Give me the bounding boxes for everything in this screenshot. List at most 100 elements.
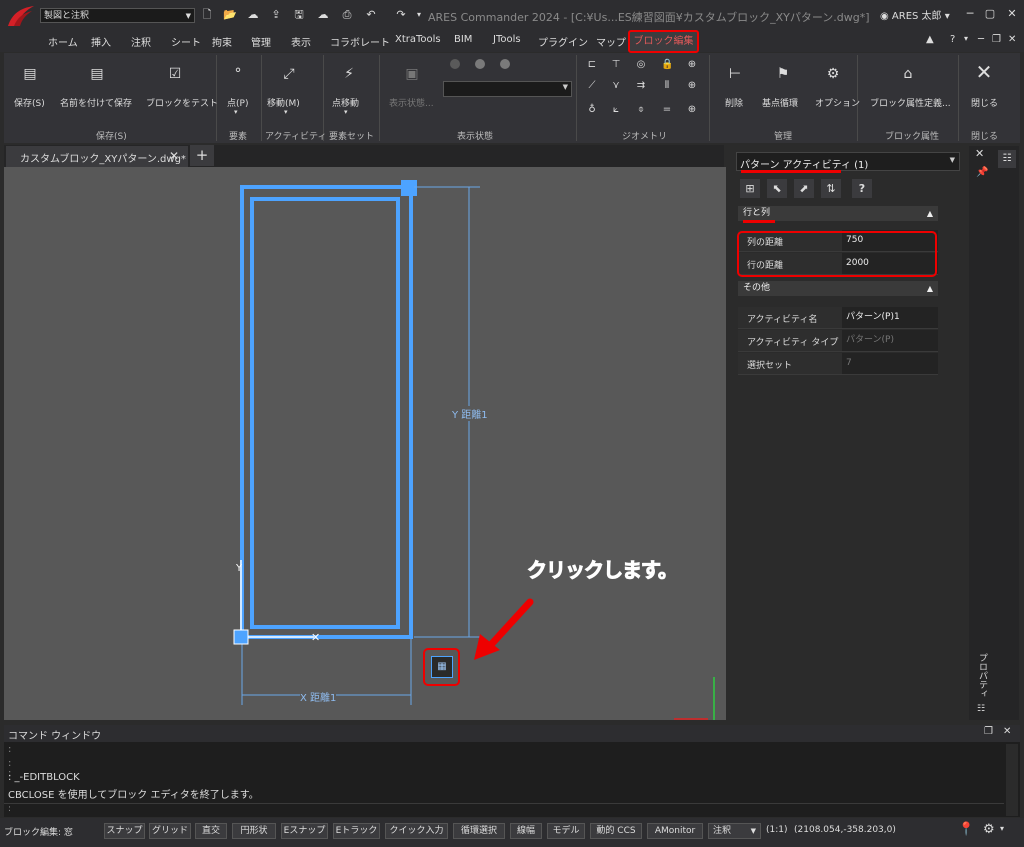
lock-icon[interactable]: 🔒 (661, 59, 673, 71)
cloud-open-icon[interactable]: ☁ (246, 8, 260, 22)
visibility-off-icon[interactable] (450, 59, 460, 69)
geometry-tool-icon[interactable]: = (661, 104, 673, 116)
save-as-button[interactable]: 名前を付けて保存 (60, 96, 132, 109)
geometry-tool-icon[interactable]: ⊕ (686, 80, 698, 92)
geometry-tool-icon[interactable]: ⟋ (586, 80, 598, 92)
settings-icon[interactable]: ⚙ (983, 822, 995, 837)
restore-icon[interactable]: ▢ (980, 6, 1000, 22)
property-row-activity-name[interactable]: アクティビティ名 パターン(P)1 (738, 307, 938, 329)
geometry-tool-icon[interactable]: ⋎ (610, 80, 622, 92)
doc-close-icon[interactable]: ✕ (1008, 34, 1016, 45)
point-dropdown-icon[interactable]: ▾ (234, 108, 238, 116)
help-dropdown-icon[interactable]: ▾ (964, 34, 968, 43)
help-icon[interactable]: ? (950, 34, 955, 45)
geometry-tool-icon[interactable]: ♁ (586, 104, 598, 116)
command-scrollbar[interactable] (1006, 744, 1018, 816)
geometry-tool-icon[interactable]: ⫴ (661, 80, 673, 92)
redo-icon[interactable]: ↷ (394, 8, 408, 22)
cloud-save-icon[interactable]: ☁ (316, 8, 330, 22)
geometry-tool-icon[interactable]: ⌽ (635, 104, 647, 116)
tab-view[interactable]: 表示 (291, 34, 311, 49)
tab-manage[interactable]: 管理 (251, 34, 271, 49)
section-header-misc[interactable]: その他 ▲ (738, 281, 938, 296)
save-block-icon[interactable]: ▤ (20, 64, 40, 84)
quick-access-menu-icon[interactable]: ▾ (412, 8, 426, 22)
visibility-on-icon[interactable] (475, 59, 485, 69)
workspace-dropdown[interactable]: 製図と注釈 ▼ (40, 8, 195, 23)
quick-input-toggle[interactable]: クイック入力 (385, 823, 448, 839)
annotation-scale[interactable]: (1:1) (766, 825, 788, 835)
ortho-toggle[interactable]: 直交 (195, 823, 227, 839)
display-state-dropdown[interactable]: ▼ (443, 81, 572, 97)
options-button[interactable]: オプション (815, 96, 860, 109)
model-toggle[interactable]: モデル (547, 823, 585, 839)
grid-toggle[interactable]: グリッド (149, 823, 191, 839)
select-objects-icon[interactable]: ⬉ (767, 179, 787, 198)
close-editor-icon[interactable]: ✕ (974, 62, 994, 82)
help-question-icon[interactable]: ? (852, 179, 872, 198)
close-editor-button[interactable]: 閉じる (971, 96, 998, 109)
snap-toggle[interactable]: スナップ (104, 823, 145, 839)
geometry-tool-icon[interactable]: ⇉ (635, 80, 647, 92)
properties-side-label[interactable]: プロパティ (971, 653, 989, 703)
tab-map[interactable]: マップ (596, 34, 626, 49)
collapse-ribbon-icon[interactable]: ▲ (926, 34, 934, 45)
ares-logo-icon[interactable] (6, 4, 36, 28)
lineweight-toggle[interactable]: 線幅 (510, 823, 542, 839)
display-state-icon[interactable]: ▣ (402, 64, 422, 84)
options-icon[interactable]: ⚙ (823, 64, 843, 84)
move-dropdown-icon[interactable]: ▾ (284, 108, 288, 116)
save-as-block-icon[interactable]: ▤ (87, 64, 107, 84)
quick-select-icon[interactable]: ⊞ (740, 179, 760, 198)
pattern-activity-grip-icon[interactable]: ▦ (431, 656, 453, 678)
geometry-tool-icon[interactable]: ⊤ (610, 59, 622, 71)
point-move-icon[interactable]: ⚡ (339, 64, 359, 84)
outer-rectangle[interactable] (240, 185, 413, 639)
tab-bim[interactable]: BIM (454, 34, 472, 45)
save-icon[interactable]: 🖫 (292, 8, 306, 22)
point-move-dropdown-icon[interactable]: ▾ (344, 108, 348, 116)
esnap-toggle[interactable]: Eスナップ (281, 823, 328, 839)
export-icon[interactable]: ⇪ (269, 8, 283, 22)
print-icon[interactable]: ⎙ (340, 8, 354, 22)
command-restore-icon[interactable]: ❐ (984, 726, 993, 737)
close-window-icon[interactable]: ✕ (1002, 6, 1022, 22)
tab-block-edit[interactable]: ブロック編集 (628, 30, 699, 53)
status-menu-icon[interactable]: ▾ (1000, 824, 1004, 833)
display-state-button[interactable]: 表示状態... (389, 96, 434, 109)
minimize-icon[interactable]: ─ (960, 6, 980, 22)
save-button[interactable]: 保存(S) (14, 96, 45, 109)
tab-jtools[interactable]: JTools (493, 34, 521, 45)
tab-home[interactable]: ホーム (48, 34, 78, 49)
tab-insert[interactable]: 挿入 (91, 34, 111, 49)
delete-button[interactable]: 削除 (725, 96, 743, 109)
undo-icon[interactable]: ↶ (364, 8, 378, 22)
open-file-icon[interactable]: 📂 (223, 8, 237, 22)
polar-toggle[interactable]: 円形状 (232, 823, 276, 839)
new-file-icon[interactable]: 🗋 (200, 8, 214, 22)
base-point-grip[interactable] (233, 629, 249, 645)
point-element-icon[interactable]: ° (228, 64, 248, 84)
command-input[interactable]: : (4, 803, 1004, 817)
properties-palette-icon[interactable]: ☷ (998, 150, 1016, 168)
section-header-rows-columns[interactable]: 行と列 ▲ (738, 206, 938, 221)
toggle-pickadd-icon[interactable]: ⇅ (821, 179, 841, 198)
y-dimension-label[interactable]: Y 距離1 (452, 406, 488, 421)
pin-icon[interactable]: 📌 (976, 167, 988, 178)
selection-dropdown[interactable]: パターン アクティビティ (1) ▼ (736, 152, 960, 171)
user-account[interactable]: ◉ ARES 太郎 ▾ (880, 7, 950, 22)
attribute-definition-icon[interactable]: ⌂ (898, 64, 918, 84)
dynamic-ccs-toggle[interactable]: 動的 CCS (590, 823, 642, 839)
test-block-button[interactable]: ブロックをテスト (146, 96, 218, 109)
new-tab-icon[interactable]: + (190, 145, 214, 166)
annotation-scale-dropdown[interactable]: 注釈 ▼ (708, 823, 761, 839)
doc-restore-icon[interactable]: ❐ (992, 34, 1001, 45)
document-tab[interactable]: カスタムブロック_XYパターン.dwg* (6, 146, 188, 167)
doc-minimize-icon[interactable]: ─ (978, 34, 984, 45)
flag-icon[interactable]: ⚑ (773, 64, 793, 84)
base-point-cycle-button[interactable]: 基点循環 (762, 96, 798, 109)
geometry-tool-icon[interactable]: ⊕ (686, 59, 698, 71)
visibility-toggle-icon[interactable] (500, 59, 510, 69)
move-activity-icon[interactable]: ⤢ (279, 64, 299, 84)
inner-rectangle[interactable] (250, 197, 400, 629)
